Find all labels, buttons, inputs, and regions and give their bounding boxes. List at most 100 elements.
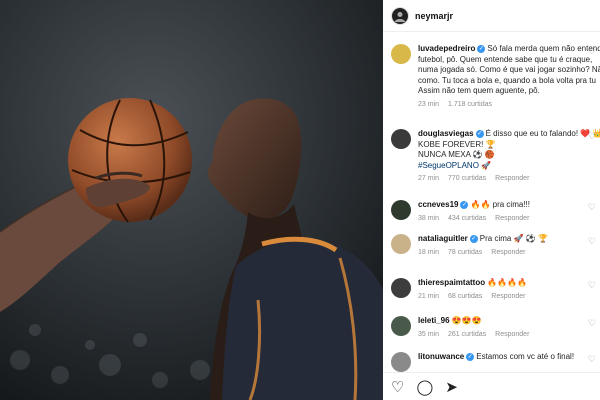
comment-line: como. Tu toca a bola e, quando a bola vo… (418, 75, 596, 85)
comment-time: 18 min (418, 248, 440, 256)
share-icon[interactable]: ➤ (445, 380, 458, 395)
reply-button[interactable]: Responder (495, 331, 529, 338)
comment-line: É disso que eu to falando! ❤️ 👑 (485, 129, 600, 138)
comment-line: numa jogada só. Como é que vai jogar soz… (418, 65, 600, 74)
author-username[interactable]: neymarjr (415, 11, 453, 21)
commenter-avatar[interactable] (391, 44, 411, 64)
verified-badge-icon: ✓ (460, 200, 469, 209)
comment-likes[interactable]: 434 curtidas (448, 215, 486, 222)
comment-line: NUNCA MEXA ⚽ 🏀 (418, 150, 495, 159)
comment-meta: 21 min 68 curtidas Responder (418, 293, 600, 300)
comment-icon[interactable]: ◯ (416, 380, 433, 395)
commenter-avatar[interactable] (391, 278, 411, 298)
comment-like-icon[interactable]: ♡ (588, 236, 596, 247)
comment-meta: 35 min 261 curtidas Responder (418, 331, 600, 338)
verified-badge-icon: ✓ (477, 44, 486, 53)
comment-meta: 18 min 78 curtidas Responder (418, 249, 600, 256)
comment-body: thierespaimtattoo 🔥🔥🔥🔥 21 min 68 curtidas R… (418, 278, 600, 300)
comment-time: 23 min (418, 100, 440, 108)
reply-button[interactable]: Responder (491, 249, 525, 256)
commenter-username[interactable]: leleti_96 (418, 316, 450, 325)
comment-time: 35 min (418, 330, 440, 338)
comment-text: douglasviegas ✓ É disso que eu to falando!… (418, 129, 600, 140)
comment-text: Assim não tem quem aguente, pô. (418, 86, 600, 97)
post-header: neymarjr (383, 0, 600, 32)
comment-text: ccneves19 ✓ 🔥🔥 pra cima!!! (418, 200, 600, 211)
comment-text: KOBE FOREVER! 🏆 (418, 140, 600, 151)
comment-like-icon[interactable]: ♡ (588, 318, 596, 329)
post-actions-bar: ♡ ◯ ➤ (383, 372, 600, 400)
comment-likes[interactable]: 78 curtidas (448, 249, 482, 256)
comment-item: douglasviegas ✓ É disso que eu to falando!… (391, 129, 600, 182)
comment-line: 🔥🔥🔥🔥 (487, 278, 528, 287)
verified-badge-icon: ✓ (469, 234, 478, 243)
commenter-avatar[interactable] (391, 129, 411, 149)
comment-time: 21 min (418, 292, 440, 300)
comment-line: 😍😍😍 (451, 316, 482, 325)
commenter-username[interactable]: nataliaguitler (418, 234, 468, 243)
comment-line: #SegueOPLANO 🚀 (418, 160, 492, 170)
comment-body: leleti_96 😍😍😍 35 min 261 curtidas Responder (418, 316, 600, 338)
comment-text: #SegueOPLANO 🚀 (418, 161, 600, 172)
comment-text: thierespaimtattoo 🔥🔥🔥🔥 (418, 278, 600, 289)
comment-like-icon[interactable]: ♡ (588, 354, 596, 365)
comment-meta: 27 min 770 curtidas Responder (418, 175, 600, 182)
comment-like-icon[interactable]: ♡ (588, 202, 596, 213)
commenter-avatar[interactable] (391, 200, 411, 220)
comment-text: luvadepedreiro ✓ Só fala merda quem não en… (418, 44, 600, 55)
comment-line: futebol, pô. Quem entende sabe que tu é … (418, 54, 593, 64)
verified-badge-icon: ✓ (466, 352, 475, 361)
comment-text: numa jogada só. Como é que vai jogar soz… (418, 65, 600, 76)
heart-icon[interactable]: ♡ (391, 380, 404, 395)
comment-body: douglasviegas ✓ É disso que eu to falando!… (418, 129, 600, 182)
comment-line: Pra cima 🚀 ⚽ 🏆 (479, 234, 548, 243)
commenter-username[interactable]: thierespaimtattoo (418, 278, 485, 287)
comment-likes[interactable]: 1.718 curtidas (448, 101, 492, 108)
comment-item: thierespaimtattoo 🔥🔥🔥🔥 21 min 68 curtidas R… (391, 278, 600, 300)
verified-badge-icon: ✓ (475, 129, 484, 138)
comment-likes[interactable]: 68 curtidas (448, 293, 482, 300)
comment-meta: 23 min 1.718 curtidas (418, 101, 600, 108)
commenter-username[interactable]: litonuwance (418, 352, 464, 361)
comment-time: 38 min (418, 214, 440, 222)
basketball-scene-illustration (0, 0, 383, 400)
comment-body: nataliaguitler ✓ Pra cima 🚀 ⚽ 🏆 18 min 78 cu… (418, 234, 600, 256)
comment-text: leleti_96 😍😍😍 (418, 316, 600, 327)
reply-button[interactable]: Responder (495, 215, 529, 222)
comment-line: Assim não tem quem aguente, pô. (418, 86, 540, 95)
comment-time: 27 min (418, 175, 440, 182)
commenter-avatar[interactable] (391, 352, 411, 372)
comment-like-icon[interactable]: ♡ (588, 280, 596, 291)
comment-text: NUNCA MEXA ⚽ 🏀 (418, 150, 600, 161)
comment-likes[interactable]: 770 curtidas (448, 175, 486, 182)
comment-line: Estamos com vc até o final! (476, 352, 575, 361)
post-photo (0, 0, 383, 400)
comment-item: ccneves19 ✓ 🔥🔥 pra cima!!! 38 min 434 curtid… (391, 200, 600, 222)
comments-panel: neymarjr luvadepedreiro ✓ Só fala merda qu… (383, 0, 600, 400)
comment-text: nataliaguitler ✓ Pra cima 🚀 ⚽ 🏆 (418, 234, 600, 245)
commenter-username[interactable]: luvadepedreiro (418, 44, 475, 53)
comment-meta: 38 min 434 curtidas Responder (418, 215, 600, 222)
comment-body: luvadepedreiro ✓ Só fala merda quem não en… (418, 44, 600, 108)
comment-body: ccneves19 ✓ 🔥🔥 pra cima!!! 38 min 434 curtid… (418, 200, 600, 222)
comment-text: litonuwance ✓ Estamos com vc até o final! (418, 352, 600, 363)
comment-item: nataliaguitler ✓ Pra cima 🚀 ⚽ 🏆 18 min 78 cu… (391, 234, 600, 256)
comment-item: leleti_96 😍😍😍 35 min 261 curtidas Responder… (391, 316, 600, 338)
comment-likes[interactable]: 261 curtidas (448, 331, 486, 338)
author-avatar-image (395, 11, 405, 22)
commenter-username[interactable]: ccneves19 (418, 200, 458, 209)
comment-like-icon[interactable]: ♡ (588, 131, 596, 142)
comment-line: 🔥🔥 pra cima!!! (470, 200, 530, 209)
reply-button[interactable]: Responder (491, 293, 525, 300)
commenter-avatar[interactable] (391, 234, 411, 254)
comment-like-icon[interactable]: ♡ (588, 46, 596, 57)
reply-button[interactable]: Responder (495, 175, 529, 182)
comment-line: Só fala merda quem não entende (487, 44, 600, 53)
author-avatar[interactable] (391, 6, 409, 25)
comment-body: litonuwance ✓ Estamos com vc até o final! (418, 352, 600, 372)
comment-text: como. Tu toca a bola e, quando a bola vo… (418, 76, 600, 87)
comment-text: futebol, pô. Quem entende sabe que tu é … (418, 55, 600, 66)
commenter-username[interactable]: douglasviegas (418, 129, 474, 138)
comment-item: luvadepedreiro ✓ Só fala merda quem não en… (391, 44, 600, 108)
commenter-avatar[interactable] (391, 316, 411, 336)
